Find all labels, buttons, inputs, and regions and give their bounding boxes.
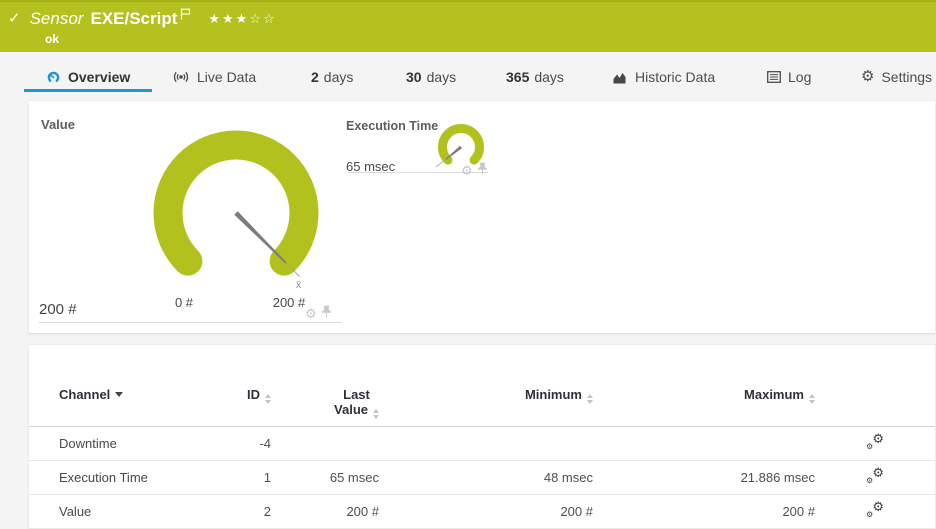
status-badge: ok [45,32,60,46]
tab-settings[interactable]: ⚙ Settings [861,67,932,87]
channel-minimum: 48 msec [379,460,593,495]
table-header-row: Channel ID Last Value Minimum Maximum [29,345,935,427]
channel-maximum: 21.886 msec [593,460,815,495]
tab-overview-label: Overview [68,69,131,85]
tab-bar: Overview Live Data 2 days 30 days 365 da… [0,64,936,93]
column-header-channel[interactable]: Channel [29,345,241,427]
tab-2-days-number: 2 [311,69,319,85]
tab-settings-label: Settings [881,69,933,85]
sensor-name: EXE/Script [90,9,178,28]
tab-365-days-number: 365 [506,69,530,85]
column-header-minimum[interactable]: Minimum [379,345,593,427]
sort-icon [587,394,593,404]
column-header-maximum[interactable]: Maximum [593,345,815,427]
tab-2-days[interactable]: 2 days [311,67,353,87]
tab-live-data-label: Live Data [197,69,257,85]
table-row-downtime[interactable]: Downtime -4 ⚙ ⚙ [29,426,935,461]
column-header-actions [815,345,935,427]
gauge-icon [46,70,61,85]
widget-gear-icon[interactable]: ⚙ [305,307,317,321]
channel-id: -4 [241,426,271,461]
table-row-value[interactable]: Value 2 200 # 200 # 200 # ⚙ ⚙ [29,494,935,529]
value-widget-divider [39,322,341,323]
value-gauge-title: Value [41,117,75,132]
value-gauge-min-label: 0 # [174,295,194,310]
sort-desc-icon [115,392,124,397]
sensor-status-bar: ✓ Sensor EXE/Script ★★★☆☆ ok [0,0,936,52]
flag-icon[interactable] [180,7,192,25]
channel-maximum [593,426,815,461]
channel-id: 2 [241,494,271,529]
value-gauge-needle [234,211,287,264]
widget-gear-icon[interactable]: ⚙ [461,164,473,178]
channel-settings-icon[interactable]: ⚙ ⚙ [865,500,885,519]
stars-filled: ★★★ [208,11,250,26]
tab-30-days[interactable]: 30 days [406,67,456,87]
tab-30-days-number: 30 [406,69,422,85]
ok-check-icon: ✓ [8,10,21,27]
tab-log-label: Log [788,69,812,85]
exec-gauge-title: Execution Time [346,119,439,133]
exec-widget-actions: ⚙ [461,162,488,180]
tab-365-days-label: days [534,69,564,85]
channel-last-value: 65 msec [271,460,379,495]
pin-icon[interactable] [477,162,488,180]
settings-gear-icon: ⚙ [861,68,875,85]
broadcast-icon [172,70,190,84]
channel-name: Value [29,494,241,529]
value-gauge-current: 200 # [39,301,77,318]
sort-icon [809,394,815,404]
overview-gauges-panel: Value x̄ 0 # 200 # 200 # ⚙ Execution Tim… [28,100,936,334]
stars-empty: ☆☆ [249,11,277,26]
tab-365-days[interactable]: 365 days [506,67,564,87]
column-header-id[interactable]: ID [241,345,271,427]
value-gauge-avg-marker: x̄ [296,279,302,291]
sensor-title-row: ✓ Sensor EXE/Script ★★★☆☆ [8,7,277,29]
channel-last-value: 200 # [271,494,379,529]
pin-icon[interactable] [321,305,332,323]
chart-icon [613,71,628,84]
table-row-execution-time[interactable]: Execution Time 1 65 msec 48 msec 21.886 … [29,460,935,495]
channel-minimum: 200 # [379,494,593,529]
sensor-kind-label: Sensor [29,9,84,28]
channels-table: Channel ID Last Value Minimum Maximum Do… [29,345,935,529]
tab-overview[interactable]: Overview [46,67,130,87]
channel-id: 1 [241,460,271,495]
value-gauge: x̄ [153,130,319,291]
tab-30-days-label: days [426,69,457,85]
channel-last-value [271,426,379,461]
value-widget-actions: ⚙ [305,305,332,323]
channel-minimum [379,426,593,461]
channel-maximum: 200 # [593,494,815,529]
tab-historic-data-label: Historic Data [635,69,716,85]
exec-gauge-arc [438,124,484,165]
sort-icon [265,394,271,404]
tab-2-days-label: days [323,69,354,85]
tab-historic-data[interactable]: Historic Data [613,67,715,87]
value-gauge-arc [153,130,319,276]
channel-settings-icon[interactable]: ⚙ ⚙ [865,432,885,451]
exec-gauge-avg-line [435,159,446,168]
channel-name: Execution Time [29,460,241,495]
channels-table-panel: Channel ID Last Value Minimum Maximum Do… [28,344,936,529]
channel-name: Downtime [29,426,241,461]
priority-stars[interactable]: ★★★☆☆ [208,9,276,29]
tab-log[interactable]: Log [767,67,811,87]
tab-live-data[interactable]: Live Data [172,67,256,87]
column-header-last-value[interactable]: Last Value [271,345,379,427]
active-tab-underline [24,89,152,92]
channel-settings-icon[interactable]: ⚙ ⚙ [865,466,885,485]
log-list-icon [767,71,781,83]
sort-icon [373,409,379,419]
